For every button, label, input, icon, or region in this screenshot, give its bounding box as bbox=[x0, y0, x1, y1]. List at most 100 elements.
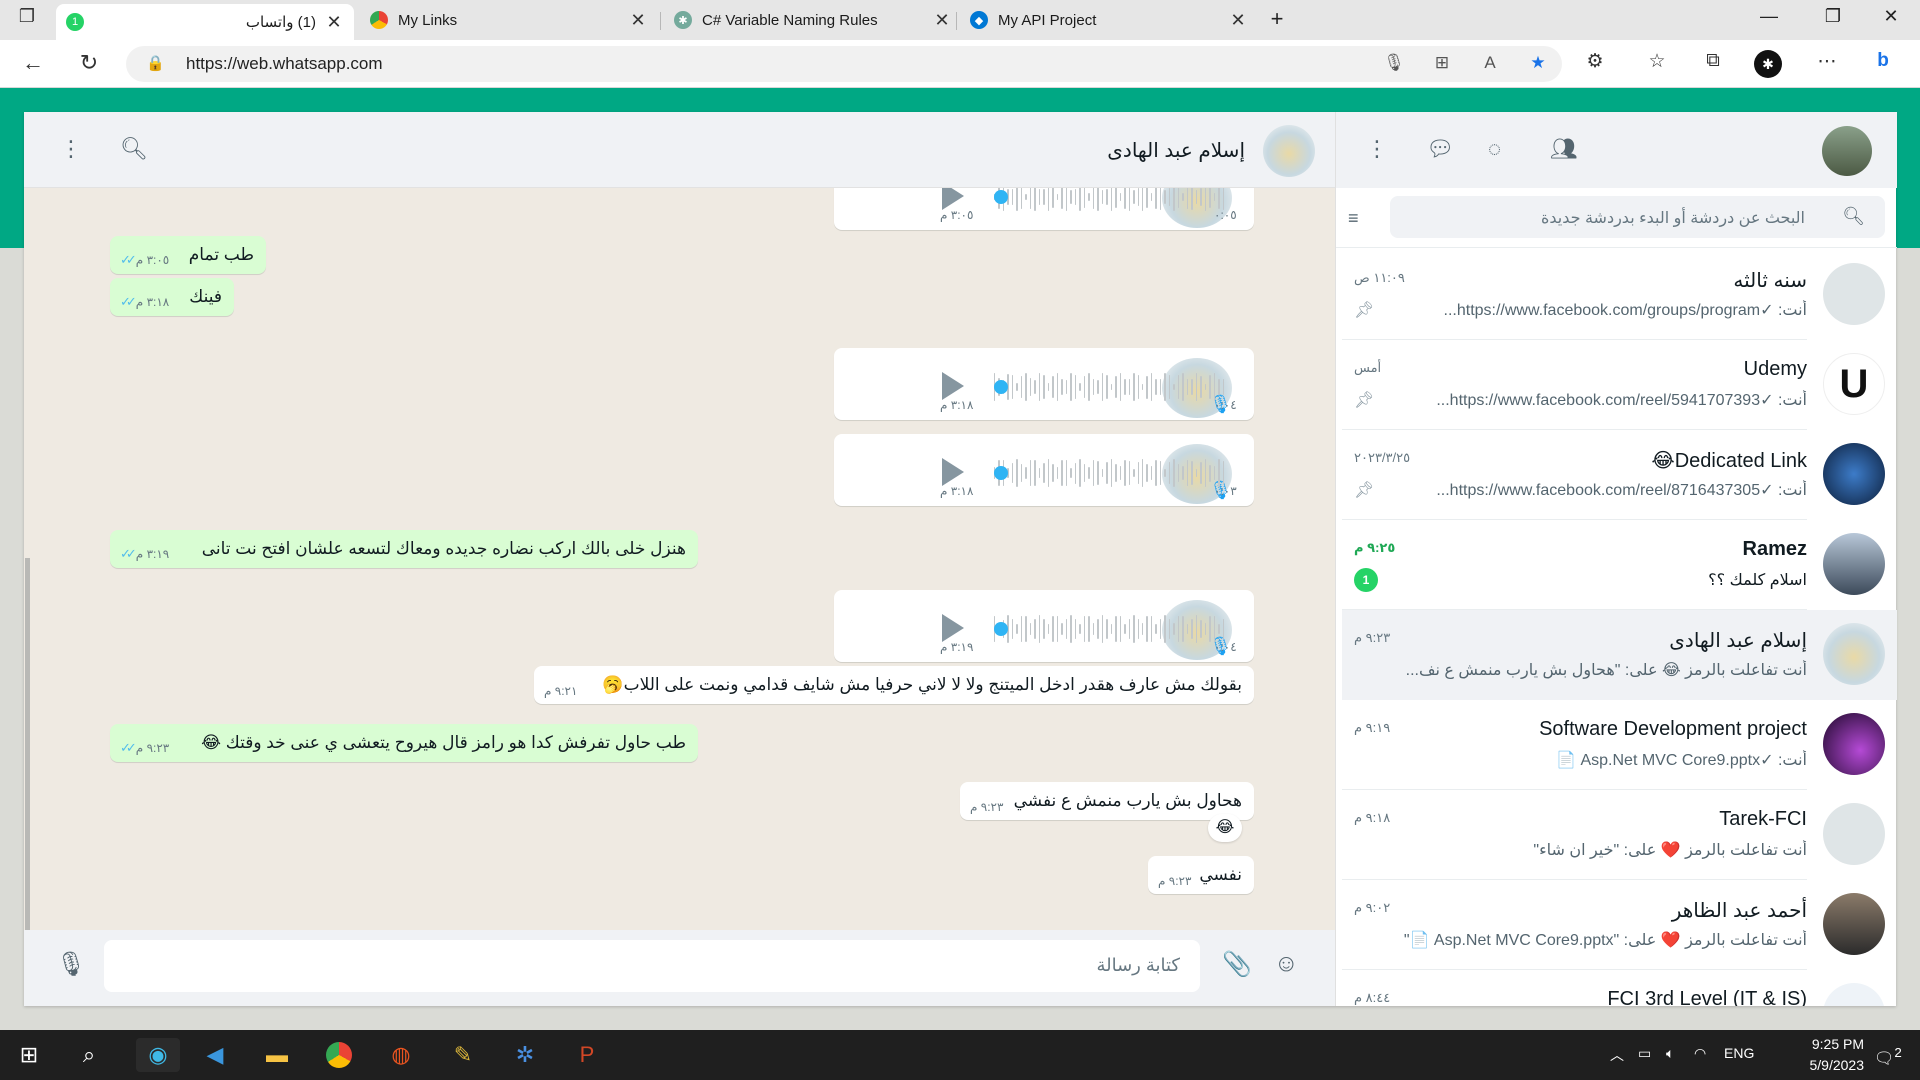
app-icon[interactable]: ✲ bbox=[508, 1038, 542, 1072]
wifi-icon[interactable]: ◠ bbox=[1694, 1045, 1706, 1062]
play-icon[interactable] bbox=[942, 614, 964, 642]
play-icon[interactable] bbox=[942, 188, 964, 210]
chat-item-fci-3rd-level[interactable]: FCI 3rd Level (IT & IS) ٨:٤٤ م bbox=[1342, 970, 1897, 1006]
outgoing-message[interactable]: فينك ✓✓ ٣:١٨ م bbox=[110, 278, 234, 316]
voice-message[interactable]: 🎙 ٠:٠٣ ٣:١٨ م bbox=[834, 434, 1254, 506]
waveform[interactable] bbox=[994, 458, 1225, 488]
tab-csharp-naming[interactable]: ✱ C# Variable Naming Rules ✕ bbox=[664, 4, 962, 36]
system-clock[interactable]: 9:25 PM 5/9/2023 bbox=[1764, 1034, 1865, 1076]
message-list[interactable]: ٠:٠٥ ٣:٠٥ م طب تمام ✓✓ ٣:٠٥ م فينك ✓✓ ٣:١٨… bbox=[24, 188, 1335, 930]
chat-item-udemy[interactable]: U Udemy أمس أنت: ✓https://www.facebook.c… bbox=[1342, 340, 1897, 430]
progress-dot[interactable] bbox=[994, 380, 1008, 394]
emoji-icon[interactable]: ☺ bbox=[1274, 950, 1299, 978]
edge-app-icon[interactable]: ◉ bbox=[136, 1038, 180, 1072]
incoming-message[interactable]: بقولك مش عارف هقدر ادخل الميتنج ولا لا ل… bbox=[534, 666, 1254, 704]
app-install-icon[interactable]: ⊞ bbox=[1430, 53, 1454, 73]
vscode-app-icon[interactable]: ◀ bbox=[198, 1038, 232, 1072]
chat-item-tarek-fci[interactable]: Tarek-FCI ٩:١٨ م أنت تفاعلت بالرمز ❤️ عل… bbox=[1342, 790, 1897, 880]
battery-icon[interactable]: ▭ bbox=[1638, 1045, 1651, 1062]
tools-app-icon[interactable]: ✎ bbox=[446, 1038, 480, 1072]
my-profile-avatar[interactable] bbox=[1822, 126, 1872, 176]
refresh-icon[interactable]: ↻ bbox=[74, 50, 104, 76]
chat-item-islam-abdelhady[interactable]: إسلام عبد الهادى ٩:٢٣ م أنت تفاعلت بالرم… bbox=[1342, 610, 1897, 700]
outgoing-message[interactable]: طب حاول تفرفش كدا هو رامز قال هيروح يتعش… bbox=[110, 724, 698, 762]
message-time: ٩:٢٣ م bbox=[1158, 874, 1192, 888]
play-icon[interactable] bbox=[942, 372, 964, 400]
close-window-button[interactable]: ✕ bbox=[1876, 6, 1906, 27]
chat-item-ramez[interactable]: Ramez ٩:٢٥ م اسلام كلمك ؟؟ 1 bbox=[1342, 520, 1897, 610]
new-chat-icon[interactable]: 💬︎ bbox=[1426, 136, 1454, 162]
waveform-bar bbox=[1110, 188, 1113, 211]
tab-my-api-project[interactable]: ◆ My API Project ✕ bbox=[960, 4, 1258, 36]
voice-message[interactable]: 🎙 ٠:٠٤ ٣:١٨ م bbox=[834, 348, 1254, 420]
extensions-icon[interactable]: ⚙ bbox=[1580, 50, 1610, 73]
message-input[interactable]: كتابة رسالة bbox=[104, 940, 1200, 992]
microphone-icon[interactable]: 🎙 bbox=[1382, 53, 1406, 73]
contact-name[interactable]: إسلام عبد الهادى bbox=[1107, 138, 1245, 163]
search-icon[interactable]: ⌕ bbox=[72, 1038, 106, 1072]
profile-icon[interactable]: ✱ bbox=[1754, 50, 1782, 78]
voice-record-icon[interactable]: 🎙 bbox=[56, 950, 86, 979]
scrollbar[interactable] bbox=[25, 558, 30, 930]
conversation-header[interactable]: ⋮ 🔍︎ إسلام عبد الهادى bbox=[24, 112, 1335, 188]
incoming-message[interactable]: نفسي ٩:٢٣ م bbox=[1148, 856, 1254, 894]
file-explorer-icon[interactable]: ▬ bbox=[260, 1038, 294, 1072]
read-aloud-icon[interactable]: A bbox=[1478, 53, 1502, 73]
favorites-icon[interactable]: ☆ bbox=[1642, 50, 1672, 73]
menu-icon[interactable]: ⋮ bbox=[1366, 136, 1388, 162]
bing-icon[interactable]: b bbox=[1868, 50, 1898, 72]
waveform-bar bbox=[1128, 619, 1131, 639]
progress-dot[interactable] bbox=[994, 190, 1008, 204]
minimize-button[interactable]: — bbox=[1754, 6, 1784, 27]
close-tab-icon[interactable]: ✕ bbox=[628, 10, 648, 31]
language-indicator[interactable]: ENG bbox=[1724, 1045, 1754, 1061]
ubuntu-app-icon[interactable]: ◍ bbox=[384, 1038, 418, 1072]
waveform[interactable] bbox=[994, 614, 1225, 644]
waveform[interactable] bbox=[994, 372, 1225, 402]
communities-icon[interactable]: 👥︎ bbox=[1550, 136, 1578, 162]
url-text[interactable]: https://web.whatsapp.com bbox=[186, 54, 383, 74]
status-icon[interactable]: ◌ bbox=[1488, 136, 1501, 162]
favorite-star-icon[interactable]: ★ bbox=[1526, 53, 1550, 73]
close-tab-icon[interactable]: ✕ bbox=[324, 12, 344, 33]
close-tab-icon[interactable]: ✕ bbox=[1228, 10, 1248, 31]
voice-message[interactable]: 🎙 ٠:٠٤ ٣:١٩ م bbox=[834, 590, 1254, 662]
notifications-icon[interactable]: 🗨︎2 bbox=[1874, 1045, 1902, 1068]
play-icon[interactable] bbox=[942, 458, 964, 486]
waveform[interactable] bbox=[994, 188, 1225, 212]
tab-actions-icon[interactable]: ❐ bbox=[12, 6, 42, 27]
more-options-icon[interactable]: ⋮ bbox=[60, 136, 82, 162]
collections-icon[interactable]: ⧉ bbox=[1698, 50, 1728, 72]
address-bar[interactable]: 🔒 https://web.whatsapp.com 🎙 ⊞ A ★ bbox=[126, 46, 1562, 82]
contact-avatar[interactable] bbox=[1263, 125, 1315, 177]
close-tab-icon[interactable]: ✕ bbox=[932, 10, 952, 31]
powerpoint-app-icon[interactable]: P bbox=[570, 1038, 604, 1072]
waveform-bar bbox=[1097, 460, 1099, 486]
more-menu-icon[interactable]: ⋯ bbox=[1812, 50, 1842, 73]
new-tab-button[interactable]: + bbox=[1262, 6, 1292, 32]
windows-start-icon[interactable]: ⊞ bbox=[12, 1038, 46, 1072]
filter-icon[interactable]: ≡ bbox=[1348, 208, 1359, 229]
progress-dot[interactable] bbox=[994, 466, 1008, 480]
search-input[interactable]: البحث عن دردشة أو البدء بدردشة جديدة 🔍︎ bbox=[1390, 196, 1885, 238]
outgoing-message[interactable]: هنزل خلى بالك اركب نضاره جديده ومعاك لتس… bbox=[110, 530, 698, 568]
chat-item-ahmed-abdelzaher[interactable]: أحمد عبد الظاهر ٩:٠٢ م أنت تفاعلت بالرمز… bbox=[1342, 880, 1897, 970]
outgoing-message[interactable]: طب تمام ✓✓ ٣:٠٥ م bbox=[110, 236, 266, 274]
tab-my-links[interactable]: My Links ✕ bbox=[360, 4, 658, 36]
incoming-message[interactable]: هحاول بش يارب منمش ع نفشي ٩:٢٣ م bbox=[960, 782, 1254, 820]
chat-item-sanah-thalithah[interactable]: سنه ثالثه ١١:٠٩ ص أنت: ✓https://www.face… bbox=[1342, 250, 1897, 340]
chevron-up-icon[interactable]: ︿ bbox=[1610, 1045, 1624, 1065]
progress-dot[interactable] bbox=[994, 622, 1008, 636]
tab-whatsapp[interactable]: 1 (1) واتساب ✕ bbox=[56, 4, 354, 40]
chat-item-dedicated-link[interactable]: Dedicated Link😂 ٢٠٢٣/٣/٢٥ أنت: ✓https://… bbox=[1342, 430, 1897, 520]
message-reaction[interactable]: 😂 bbox=[1208, 814, 1242, 842]
voice-message[interactable]: ٠:٠٥ ٣:٠٥ م bbox=[834, 188, 1254, 230]
chrome-app-icon[interactable] bbox=[322, 1038, 356, 1072]
search-icon[interactable]: 🔍︎ bbox=[120, 136, 148, 162]
attach-icon[interactable]: 📎 bbox=[1222, 950, 1252, 979]
volume-icon[interactable]: 🔈︎ bbox=[1666, 1045, 1674, 1062]
maximize-button[interactable]: ❐ bbox=[1818, 6, 1848, 27]
lock-icon[interactable]: 🔒 bbox=[146, 54, 165, 72]
back-icon[interactable]: ← bbox=[18, 50, 48, 76]
chat-item-software-development-project[interactable]: Software Development project ٩:١٩ م أنت:… bbox=[1342, 700, 1897, 790]
